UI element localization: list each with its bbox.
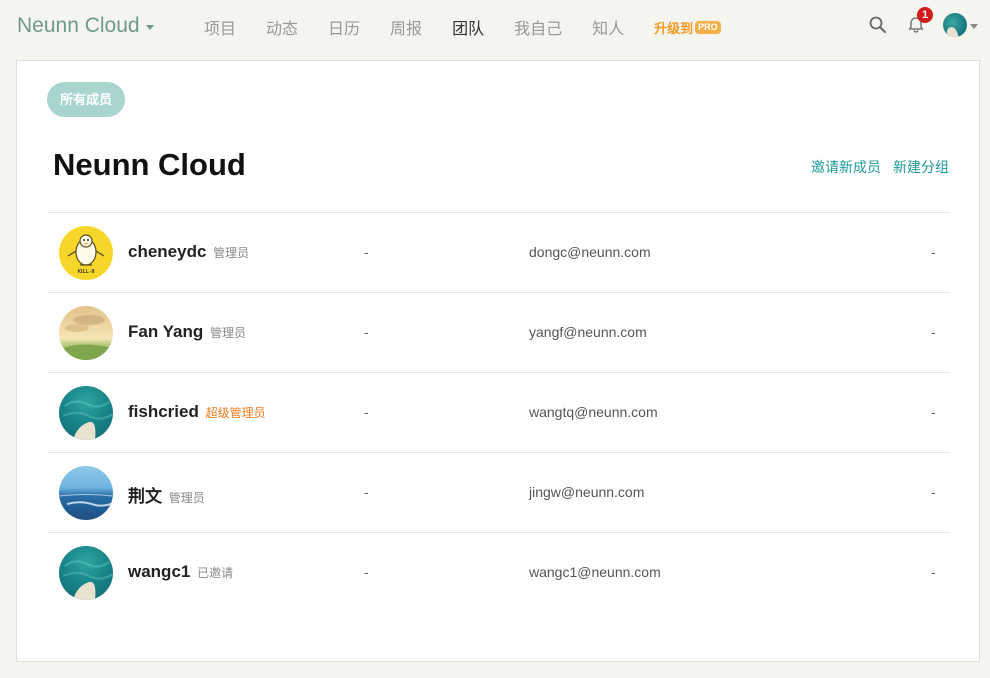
role-badge: 已邀请 — [197, 566, 234, 580]
list-item[interactable]: wangc1 已邀请 - wangc1@neunn.com - — [47, 533, 950, 613]
nav-calendar[interactable]: 日历 — [328, 15, 360, 39]
nav-team[interactable]: 团队 — [452, 15, 484, 39]
member-field: - — [364, 404, 369, 420]
member-name: 荆文 管理员 — [128, 487, 205, 506]
upgrade-label: 升级到 — [654, 21, 694, 36]
pro-badge: PRO — [695, 21, 721, 34]
member-name: cheneydc 管理员 — [128, 242, 250, 261]
member-field: - — [364, 244, 369, 260]
member-name: fishcried 超级管理员 — [128, 402, 266, 421]
upgrade-link[interactable]: 升级到 PRO — [654, 18, 721, 37]
member-email: dongc@neunn.com — [529, 244, 651, 260]
sea-avatar-image — [62, 400, 113, 440]
role-badge: 管理员 — [168, 491, 205, 505]
member-field: - — [364, 324, 369, 340]
role-badge: 超级管理员 — [205, 406, 266, 420]
member-email: wangc1@neunn.com — [529, 564, 661, 580]
list-item[interactable]: fishcried 超级管理员 - wangtq@neunn.com - — [47, 373, 950, 453]
list-item[interactable]: Fan Yang 管理员 - yangf@neunn.com - — [47, 293, 950, 373]
group-filter-all-members[interactable]: 所有成员 — [47, 82, 126, 117]
chevron-down-icon — [145, 24, 154, 30]
team-panel: 所有成员 Neunn Cloud 邀请新成员 新建分组 KILL -9 chen… — [16, 60, 980, 662]
member-field: - — [931, 564, 936, 580]
avatar: KILL -9 — [59, 226, 113, 280]
member-field: - — [364, 564, 369, 580]
member-field: - — [931, 244, 936, 260]
sea-avatar-image — [62, 560, 113, 600]
search-button[interactable] — [863, 10, 893, 40]
member-list: KILL -9 cheneydc 管理员 - dongc@neunn.com -… — [47, 212, 950, 613]
member-field: - — [931, 324, 936, 340]
page-title: Neunn Cloud — [53, 147, 246, 182]
new-group-link[interactable]: 新建分组 — [893, 157, 949, 177]
list-item[interactable]: KILL -9 cheneydc 管理员 - dongc@neunn.com - — [47, 213, 950, 293]
avatar — [59, 466, 113, 520]
top-navigation: Neunn Cloud 项目 动态 日历 周报 团队 我自己 知人 升级到 PR… — [0, 0, 990, 54]
member-email: jingw@neunn.com — [529, 484, 645, 500]
user-menu[interactable] — [943, 13, 978, 37]
avatar — [59, 306, 113, 360]
brand-switcher[interactable]: Neunn Cloud — [17, 14, 154, 38]
avatar — [59, 546, 113, 600]
nav-people[interactable]: 知人 — [592, 15, 624, 39]
team-actions: 邀请新成员 新建分组 — [811, 157, 949, 177]
main-nav: 项目 动态 日历 周报 团队 我自己 知人 升级到 PRO — [204, 15, 751, 39]
nav-myself[interactable]: 我自己 — [514, 15, 562, 39]
member-field: - — [931, 404, 936, 420]
notification-count-badge: 1 — [917, 7, 933, 23]
member-name: wangc1 已邀请 — [128, 562, 234, 581]
nav-projects[interactable]: 项目 — [204, 15, 236, 39]
nav-activity[interactable]: 动态 — [266, 15, 298, 39]
ocean-avatar-image — [59, 494, 113, 507]
notifications-button[interactable]: 1 — [901, 7, 933, 40]
landscape-avatar-image — [59, 315, 113, 360]
role-badge: 管理员 — [213, 246, 250, 260]
nav-weekly-report[interactable]: 周报 — [390, 15, 422, 39]
list-item[interactable]: 荆文 管理员 - jingw@neunn.com - — [47, 453, 950, 533]
avatar — [59, 386, 113, 440]
member-field: - — [931, 484, 936, 500]
member-name: Fan Yang 管理员 — [128, 322, 247, 341]
invite-member-link[interactable]: 邀请新成员 — [811, 157, 881, 177]
member-email: wangtq@neunn.com — [529, 404, 658, 420]
search-icon — [869, 16, 886, 33]
avatar — [943, 13, 967, 37]
role-badge: 管理员 — [210, 326, 247, 340]
top-right-controls: 1 — [863, 7, 978, 40]
chevron-down-icon — [970, 23, 978, 29]
member-field: - — [364, 484, 369, 500]
avatar-caption: KILL -9 — [78, 269, 95, 275]
penguin-avatar-image: KILL -9 — [67, 234, 105, 275]
member-email: yangf@neunn.com — [529, 324, 647, 340]
brand-name: Neunn Cloud — [17, 14, 140, 37]
